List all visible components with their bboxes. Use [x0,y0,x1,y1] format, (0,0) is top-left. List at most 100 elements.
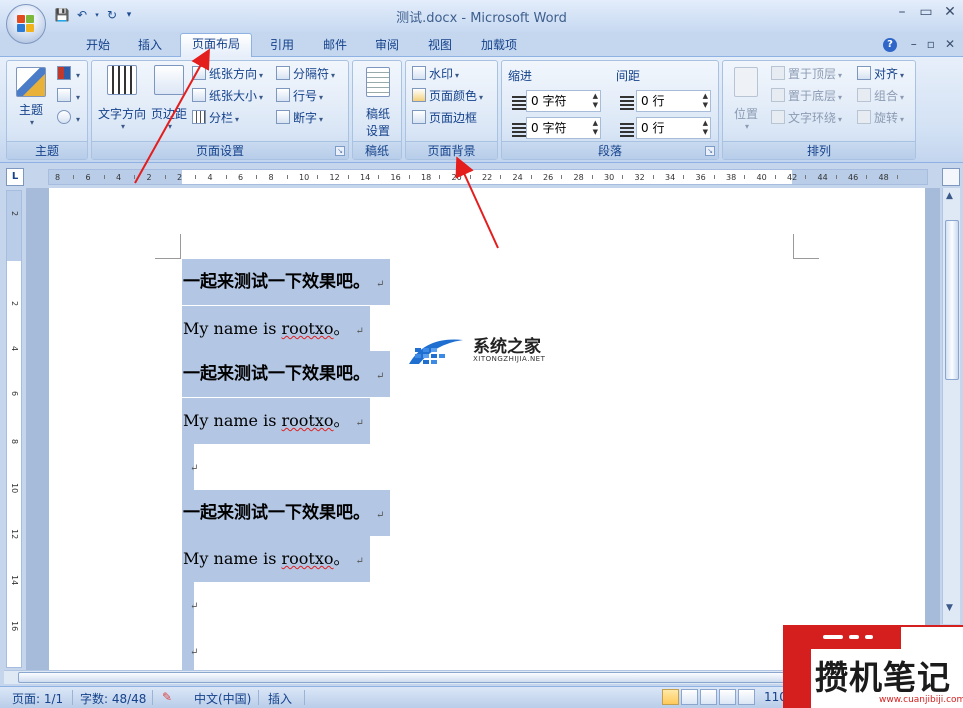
rotate-button[interactable]: 旋转 ▾ [857,109,904,127]
doc-close-icon[interactable]: ✕ [945,37,955,51]
site-watermark-logo: 系统之家 XITONGZHIJIA.NET [405,330,555,374]
selected-text[interactable]: ↵ [182,582,198,628]
vertical-scroll-thumb[interactable] [945,220,959,380]
document-paragraph[interactable]: My name is rootxo。 ↵ [182,536,370,582]
maximize-icon[interactable]: ▭ [919,4,933,20]
align-icon [857,66,871,80]
web-layout-icon[interactable] [700,689,717,705]
print-layout-icon[interactable] [662,689,679,705]
paragraph-mark-icon: ↵ [190,601,199,612]
selected-text[interactable]: My name is rootxo。 ↵ [182,306,370,352]
doc-minimize-icon[interactable]: – [911,37,917,51]
manuscript-settings-button[interactable]: 稿纸 设置 [359,67,397,139]
spacing-after-icon [616,121,634,137]
document-paragraph[interactable]: ↵ [182,444,198,490]
selected-text[interactable]: 一起来测试一下效果吧。 ↵ [182,490,391,536]
send-to-back-button[interactable]: 置于底层 ▾ [771,87,842,105]
document-paragraph[interactable]: 一起来测试一下效果吧。 ↵ [182,490,391,536]
tab-view[interactable]: 视图 [420,35,460,57]
document-paragraph[interactable]: My name is rootxo。 ↵ [182,398,370,444]
line-numbers-button[interactable]: 行号 ▾ [276,87,323,105]
draft-icon[interactable] [738,689,755,705]
watermark-icon [412,66,426,80]
status-insert-mode[interactable]: 插入 [268,690,292,707]
scroll-up-icon[interactable]: ▲ [946,191,953,201]
office-logo-icon [17,15,35,33]
spacing-after-input[interactable]: 0 行 ▲ ▼ [636,117,711,139]
tab-references[interactable]: 引用 [262,35,302,57]
proofing-icon[interactable]: ✎ [162,690,172,704]
tab-selector-icon[interactable]: L [6,168,24,186]
tab-insert[interactable]: 插入 [130,35,170,57]
tab-mailings[interactable]: 邮件 [315,35,355,57]
selected-text[interactable]: 一起来测试一下效果吧。 ↵ [182,351,391,397]
document-paragraph[interactable]: 一起来测试一下效果吧。 ↵ [182,259,391,305]
paragraph-launcher-icon[interactable]: ↘ [705,146,715,156]
size-button[interactable]: 纸张大小 ▾ [192,87,263,105]
document-area[interactable]: 一起来测试一下效果吧。 ↵ My name is rootxo。 ↵ 一起来测试一下效果… [26,188,940,670]
selected-text[interactable]: ↵ [182,628,198,670]
selected-text[interactable]: My name is rootxo。 ↵ [182,398,370,444]
theme-effects-icon [57,110,71,124]
ruler-tick-label: 24 [512,173,523,182]
align-button[interactable]: 对齐 ▾ [857,65,904,83]
indent-left-input[interactable]: 0 字符 ▲ ▼ [526,90,601,112]
document-paragraph[interactable]: ↵ [182,582,198,628]
page-color-button[interactable]: 页面颜色 ▾ [412,87,483,105]
minimize-icon[interactable]: – [895,4,909,20]
selected-text[interactable]: My name is rootxo。 ↵ [182,536,370,582]
page-setup-launcher-icon[interactable]: ↘ [335,146,345,156]
office-button[interactable] [6,4,46,44]
doc-restore-icon[interactable]: ▫ [927,37,935,51]
position-button[interactable]: 位置 ▾ [727,67,765,131]
selected-text[interactable]: 一起来测试一下效果吧。 ↵ [182,259,391,305]
ruler-tick-label: 28 [573,173,584,182]
text-direction-button[interactable]: 文字方向 ▾ [96,65,148,131]
position-icon [734,67,758,97]
horizontal-scroll-thumb[interactable] [18,672,908,683]
manuscript-icon [366,67,390,97]
theme-fonts-button[interactable]: ▾ [57,87,80,105]
vertical-ruler[interactable]: 2 2 4 6 8 10 12 14 16 [6,190,22,668]
vertical-scrollbar[interactable]: ▲ ▼ [942,188,960,624]
breaks-button[interactable]: 分隔符 ▾ [276,65,335,83]
view-ruler-icon[interactable] [942,168,960,186]
group-objects-button[interactable]: 组合 ▾ [857,87,904,105]
orientation-button[interactable]: 纸张方向 ▾ [192,65,263,83]
text-wrapping-button[interactable]: 文字环绕 ▾ [771,109,842,127]
breaks-icon [276,66,290,80]
status-language[interactable]: 中文(中国) [194,690,251,707]
close-icon[interactable]: ✕ [943,4,957,20]
document-paragraph[interactable]: 一起来测试一下效果吧。 ↵ [182,351,391,397]
tab-review[interactable]: 审阅 [367,35,407,57]
tab-page-layout[interactable]: 页面布局 [180,33,252,57]
document-paragraph[interactable]: My name is rootxo。 ↵ [182,306,370,352]
theme-effects-button[interactable]: ▾ [57,109,80,127]
columns-button[interactable]: 分栏 ▾ [192,109,239,127]
help-icon[interactable]: ? [883,38,897,52]
indent-right-input[interactable]: 0 字符 ▲ ▼ [526,117,601,139]
full-screen-reading-icon[interactable] [681,689,698,705]
tab-addins[interactable]: 加载项 [474,35,524,57]
document-paragraph[interactable]: ↵ [182,628,198,670]
status-word-count[interactable]: 字数: 48/48 [80,690,146,707]
document-page[interactable]: 一起来测试一下效果吧。 ↵ My name is rootxo。 ↵ 一起来测试一下效果… [49,188,925,670]
spacing-before-input[interactable]: 0 行 ▲ ▼ [636,90,711,112]
outline-icon[interactable] [719,689,736,705]
paragraph-text: My name is [183,319,282,338]
paragraph-mark-icon: ↵ [190,463,199,474]
horizontal-ruler[interactable]: 8 6 4 2 2 4 6 8 10 12 14 16 18 20 22 24 26 28 30 32 34 36 38 40… [48,169,928,185]
watermark-button[interactable]: 水印 ▾ [412,65,459,83]
page-borders-button[interactable]: 页面边框 [412,109,477,127]
tab-home[interactable]: 开始 [78,35,118,57]
themes-button[interactable]: 主题 ▾ [11,67,51,127]
margins-button[interactable]: 页边距 ▾ [150,65,188,131]
paragraph-mark-icon: ↵ [355,326,364,337]
hyphenation-button[interactable]: 断字 ▾ [276,109,323,127]
scroll-down-icon[interactable]: ▼ [946,603,953,613]
selected-text[interactable]: ↵ [182,444,198,490]
ruler-tick-label: 40 [756,173,767,182]
bring-to-front-button[interactable]: 置于顶层 ▾ [771,65,842,83]
status-page[interactable]: 页面: 1/1 [12,690,63,707]
theme-colors-button[interactable]: ▾ [57,65,80,83]
